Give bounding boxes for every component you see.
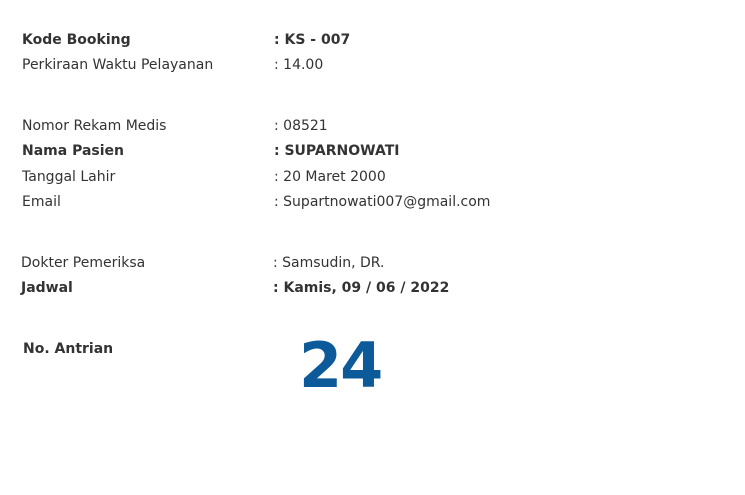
booking-code-label: Kode Booking [22, 32, 131, 48]
record-number-value: : 08521 [274, 118, 328, 134]
queue-label: No. Antrian [23, 341, 114, 357]
email-row: Email : Supartnowati007@gmail.com [0, 191, 745, 213]
birth-date-label: Tanggal Lahir [22, 169, 116, 185]
email-label: Email [22, 194, 61, 210]
doctor-value: : Samsudin, DR. [273, 255, 385, 271]
queue-number: 24 [299, 329, 383, 402]
service-time-row: Perkiraan Waktu Pelayanan : 14.00 [0, 54, 745, 76]
schedule-label: Jadwal [21, 280, 73, 296]
birth-date-value: : 20 Maret 2000 [274, 169, 386, 185]
record-number-row: Nomor Rekam Medis : 08521 [0, 115, 745, 137]
schedule-row: Jadwal : Kamis, 09 / 06 / 2022 [0, 277, 745, 299]
schedule-value: : Kamis, 09 / 06 / 2022 [273, 280, 450, 296]
patient-name-value: : SUPARNOWATI [274, 143, 400, 159]
service-time-value: : 14.00 [274, 57, 324, 73]
doctor-label: Dokter Pemeriksa [21, 255, 146, 271]
booking-code-value: : KS - 007 [274, 32, 351, 48]
service-time-label: Perkiraan Waktu Pelayanan [22, 57, 214, 73]
birth-date-row: Tanggal Lahir : 20 Maret 2000 [0, 166, 745, 188]
record-number-label: Nomor Rekam Medis [22, 118, 167, 134]
patient-name-row: Nama Pasien : SUPARNOWATI [0, 140, 745, 162]
email-value: : Supartnowati007@gmail.com [274, 194, 491, 210]
booking-code-row: Kode Booking : KS - 007 [0, 29, 745, 51]
patient-name-label: Nama Pasien [22, 143, 124, 159]
doctor-row: Dokter Pemeriksa : Samsudin, DR. [0, 252, 745, 274]
queue-row: No. Antrian [0, 338, 300, 360]
